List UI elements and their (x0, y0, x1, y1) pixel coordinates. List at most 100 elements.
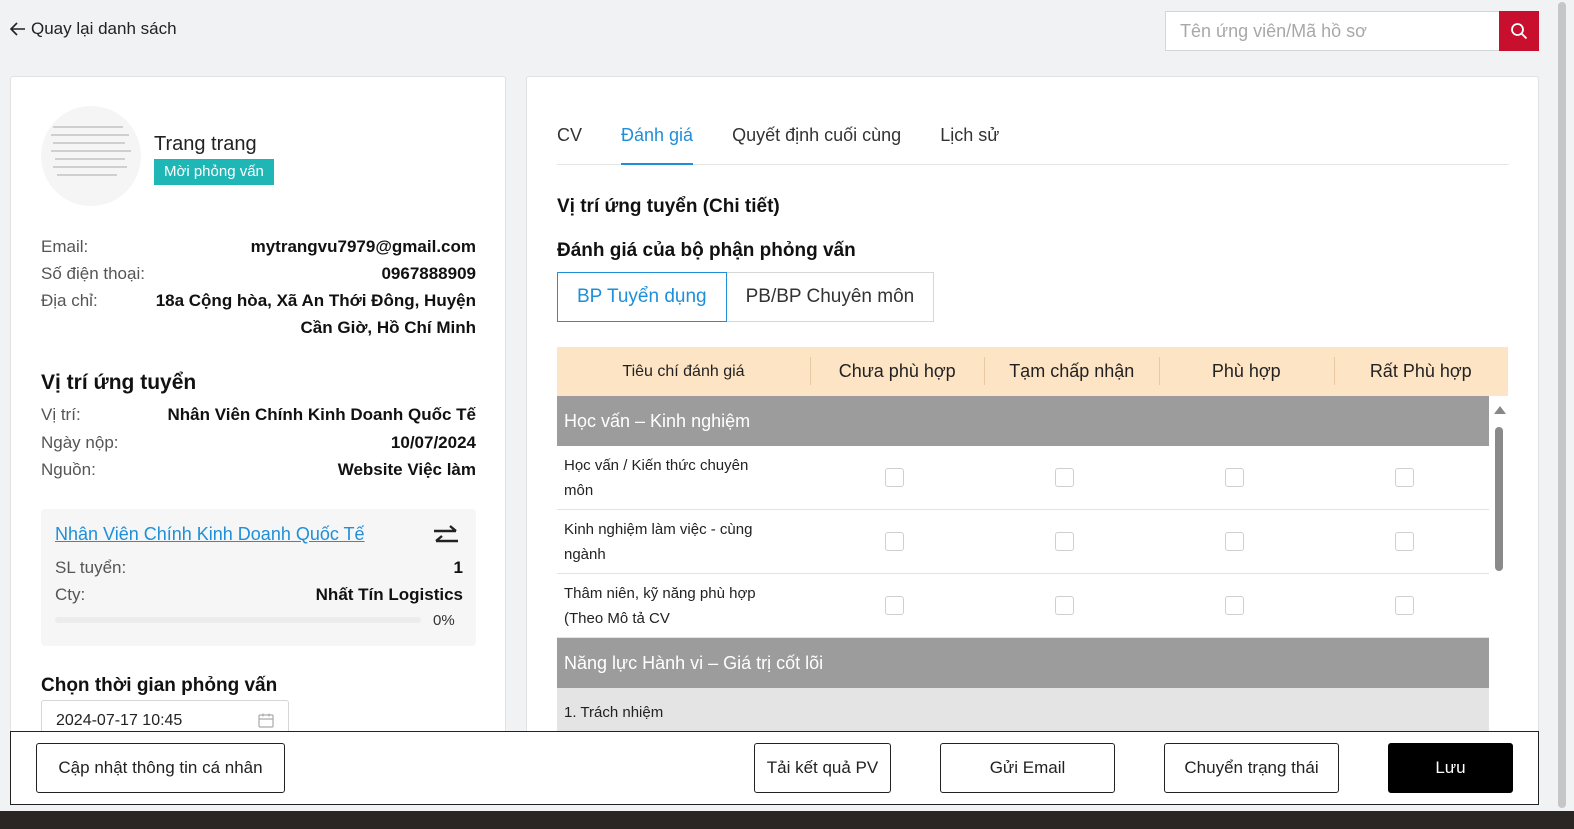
checkbox-not-suitable[interactable] (884, 532, 904, 551)
evaluation-table: Tiêu chí đánh giá Chưa phù hợp Tạm chấp … (557, 347, 1508, 735)
job-card: Nhân Viên Chính Kinh Doanh Quốc Tế SL tu… (41, 509, 476, 646)
checkbox-acceptable[interactable] (1054, 532, 1074, 551)
position-section-title: Vị trí ứng tuyển (41, 371, 197, 394)
phone-value: 0967888909 (381, 264, 476, 283)
scroll-thumb[interactable] (1495, 427, 1503, 571)
source-row: Nguồn: Website Việc làm (41, 456, 476, 483)
position-detail-heading: Vị trí ứng tuyển (Chi tiết) (557, 196, 780, 217)
arrow-left-icon (10, 22, 25, 36)
column-acceptable: Tạm chấp nhận (984, 357, 1159, 385)
search-icon (1511, 23, 1528, 40)
criteria-label: Kinh nghiệm làm việc - cùng ngành (557, 517, 809, 567)
email-label: Email: (41, 237, 89, 256)
checkbox-acceptable[interactable] (1054, 468, 1074, 487)
column-not-suitable: Chưa phù hợp (809, 357, 985, 385)
segment-recruitment[interactable]: BP Tuyển dụng (557, 272, 727, 322)
column-very-suitable: Rất Phù hợp (1333, 357, 1509, 385)
checkbox-acceptable[interactable] (1054, 596, 1074, 615)
address-value: 18a Cộng hòa, Xã An Thới Đông, Huyện Cần… (156, 287, 476, 341)
source-label: Nguồn: (41, 460, 96, 479)
interview-time-title: Chọn thời gian phỏng vấn (41, 675, 278, 696)
email-row: Email: mytrangvu7979@gmail.com (41, 233, 476, 260)
candidate-panel: Trang trang Mời phỏng vấn Email: mytrang… (10, 76, 506, 736)
back-to-list-link[interactable]: Quay lại danh sách (10, 19, 177, 39)
checkbox-suitable[interactable] (1224, 596, 1244, 615)
swap-icon[interactable] (431, 523, 461, 549)
address-row: Địa chỉ: 18a Cộng hòa, Xã An Thới Đông, … (41, 287, 476, 341)
checkbox-very-suitable[interactable] (1394, 596, 1414, 615)
quantity-value: 1 (453, 558, 463, 577)
apply-date-value: 10/07/2024 (390, 433, 476, 452)
role-label: Vị trí: (41, 405, 81, 424)
taskbar (0, 811, 1574, 829)
page-scroll-thumb[interactable] (1558, 2, 1566, 808)
page-scrollbar[interactable] (1556, 0, 1568, 812)
send-email-button[interactable]: Gửi Email (940, 743, 1115, 793)
job-link[interactable]: Nhân Viên Chính Kinh Doanh Quốc Tế (55, 524, 365, 545)
update-info-button[interactable]: Cập nhật thông tin cá nhân (36, 743, 285, 793)
sub-criteria-row: 1. Trách nhiệm (557, 688, 1489, 735)
top-bar: Quay lại danh sách (0, 0, 1574, 62)
action-bar: Cập nhật thông tin cá nhân Tải kết quả P… (10, 731, 1539, 805)
phone-row: Số điện thoại: 0967888909 (41, 260, 476, 287)
table-row: Kinh nghiệm làm việc - cùng ngành (557, 510, 1489, 574)
source-value: Website Việc làm (337, 460, 476, 479)
search-button[interactable] (1499, 11, 1539, 51)
address-line-1: 18a Cộng hòa, Xã An Thới Đông, Huyện (155, 291, 476, 310)
tab-cv[interactable]: CV (557, 115, 582, 165)
criteria-line: (Theo Mô tả CV (564, 609, 670, 627)
scroll-up-icon[interactable] (1494, 406, 1506, 414)
checkbox-very-suitable[interactable] (1394, 532, 1414, 551)
criteria-line: Thâm niên, kỹ năng phù hợp (564, 584, 756, 602)
table-header: Tiêu chí đánh giá Chưa phù hợp Tạm chấp … (557, 347, 1508, 396)
tab-bar: CV Đánh giá Quyết định cuối cùng Lịch sử (557, 115, 1509, 165)
criteria-line: Học vấn / Kiến thức chuyên (564, 456, 749, 474)
interview-datetime-value: 2024-07-17 10:45 (56, 712, 183, 729)
group-row-competency: Năng lực Hành vi – Giá trị cốt lõi (557, 638, 1489, 688)
apply-date-label: Ngày nộp: (41, 433, 119, 452)
checkbox-not-suitable[interactable] (884, 596, 904, 615)
checkbox-not-suitable[interactable] (884, 468, 904, 487)
criteria-line: ngành (564, 545, 606, 563)
email-value: mytrangvu7979@gmail.com (250, 237, 476, 256)
status-badge: Mời phỏng vấn (154, 159, 274, 185)
role-value: Nhân Viên Chính Kinh Doanh Quốc Tế (167, 405, 476, 424)
column-suitable: Phù hợp (1158, 357, 1334, 385)
progress-text: 0% (433, 612, 455, 629)
search-box (1165, 11, 1539, 51)
checkbox-very-suitable[interactable] (1394, 468, 1414, 487)
progress-bar (55, 617, 421, 623)
tab-evaluation[interactable]: Đánh giá (621, 115, 694, 165)
candidate-name: Trang trang (154, 133, 257, 155)
company-row: Cty: Nhất Tín Logistics (55, 585, 463, 605)
company-label: Cty: (55, 585, 86, 604)
column-criteria: Tiêu chí đánh giá (622, 362, 745, 380)
group-row-education: Học vấn – Kinh nghiệm (557, 396, 1489, 446)
checkbox-suitable[interactable] (1224, 468, 1244, 487)
table-scrollbar[interactable] (1492, 396, 1506, 735)
save-button[interactable]: Lưu (1388, 743, 1513, 793)
calendar-icon[interactable] (258, 713, 274, 728)
department-switcher: BP Tuyển dụng PB/BP Chuyên môn (557, 272, 935, 322)
department-eval-heading: Đánh giá của bộ phận phỏng vấn (557, 240, 856, 261)
back-label: Quay lại danh sách (31, 19, 177, 38)
change-status-button[interactable]: Chuyển trạng thái (1164, 743, 1339, 793)
avatar (41, 106, 141, 206)
table-body: Học vấn – Kinh nghiệm Học vấn / Kiến thứ… (557, 396, 1489, 735)
criteria-label: Thâm niên, kỹ năng phù hợp (Theo Mô tả C… (557, 581, 809, 631)
company-value: Nhất Tín Logistics (315, 585, 463, 604)
search-input[interactable] (1165, 11, 1499, 51)
phone-label: Số điện thoại: (41, 264, 145, 283)
table-row: Thâm niên, kỹ năng phù hợp (Theo Mô tả C… (557, 574, 1489, 638)
quantity-row: SL tuyển: 1 (55, 558, 463, 578)
criteria-label: Học vấn / Kiến thức chuyên môn (557, 453, 809, 503)
criteria-line: Kinh nghiệm làm việc - cùng (564, 520, 753, 538)
checkbox-suitable[interactable] (1224, 532, 1244, 551)
tab-final-decision[interactable]: Quyết định cuối cùng (732, 115, 901, 165)
download-result-button[interactable]: Tải kết quả PV (754, 743, 891, 793)
address-label: Địa chỉ: (41, 291, 98, 310)
tab-history[interactable]: Lịch sử (940, 115, 999, 165)
role-row: Vị trí: Nhân Viên Chính Kinh Doanh Quốc … (41, 401, 476, 428)
apply-date-row: Ngày nộp: 10/07/2024 (41, 429, 476, 456)
segment-specialist[interactable]: PB/BP Chuyên môn (726, 272, 935, 322)
